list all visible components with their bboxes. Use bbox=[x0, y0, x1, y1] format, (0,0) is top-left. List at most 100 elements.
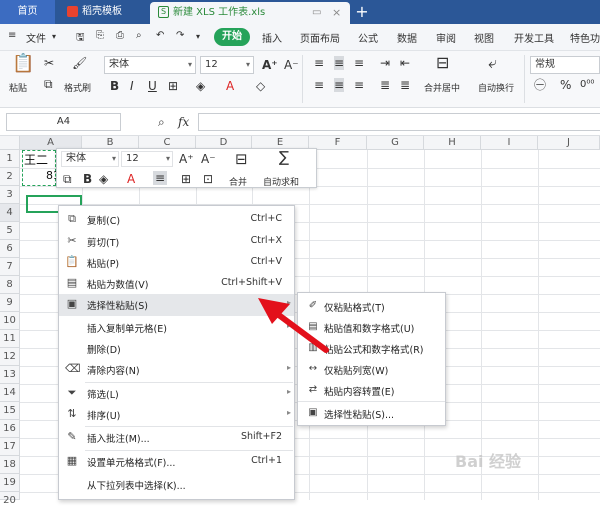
col-header-h[interactable]: H bbox=[424, 136, 481, 150]
align-middle-icon[interactable]: ≡ bbox=[334, 56, 345, 70]
row-header[interactable]: 12 bbox=[0, 348, 20, 366]
menu-data[interactable]: 数据 bbox=[397, 30, 417, 45]
align-bottom-icon[interactable]: ≡ bbox=[354, 56, 364, 70]
align-center-icon[interactable]: ≡ bbox=[334, 78, 345, 92]
sum-icon[interactable]: ∑ bbox=[279, 150, 289, 165]
font-name-select[interactable]: 宋体 ▾ bbox=[104, 56, 196, 74]
clear-format-icon[interactable]: ◇ bbox=[256, 79, 265, 93]
fill-color-icon[interactable]: ◈ bbox=[99, 172, 108, 186]
menu-item-cut[interactable]: ✂ 剪切(T) Ctrl+X bbox=[59, 231, 294, 253]
merge-center-icon[interactable]: ⊟ bbox=[436, 55, 449, 71]
col-header-i[interactable]: I bbox=[481, 136, 538, 150]
row-header[interactable]: 18 bbox=[0, 456, 20, 474]
bold-icon[interactable]: B bbox=[110, 79, 119, 93]
menu-special[interactable]: 特色功 bbox=[570, 30, 600, 45]
menu-developer[interactable]: 开发工具 bbox=[514, 30, 554, 45]
border-icon[interactable]: ⊞ bbox=[168, 79, 178, 93]
currency-icon[interactable]: ㊀ bbox=[534, 78, 546, 92]
hamburger-icon[interactable]: ≡ bbox=[8, 30, 16, 41]
paste-icon[interactable]: 📋 bbox=[12, 55, 34, 73]
zoom-icon[interactable]: ⌕ bbox=[158, 115, 165, 129]
cell-a1[interactable]: 王二 bbox=[24, 151, 48, 168]
chevron-down-icon[interactable]: ▾ bbox=[52, 32, 56, 41]
monitor-icon[interactable]: ▭ bbox=[312, 2, 321, 24]
tab-home[interactable]: 首页 bbox=[0, 0, 55, 24]
submenu-item-paste-special[interactable]: ▣ 选择性粘贴(S)... bbox=[298, 403, 445, 424]
menu-page-layout[interactable]: 页面布局 bbox=[300, 30, 340, 45]
row-header[interactable]: 19 bbox=[0, 474, 20, 492]
menu-formulas[interactable]: 公式 bbox=[358, 30, 378, 45]
distribute-icon[interactable]: ≣ bbox=[400, 78, 410, 92]
menu-insert[interactable]: 插入 bbox=[262, 30, 282, 45]
underline-icon[interactable]: U bbox=[148, 79, 157, 93]
save-icon[interactable]: 🖫 bbox=[76, 30, 85, 47]
auto-wrap-icon[interactable]: ⤶ bbox=[488, 55, 497, 71]
export-pdf-icon[interactable]: ⎘ bbox=[96, 30, 104, 41]
col-header-g[interactable]: G bbox=[367, 136, 424, 150]
row-header[interactable]: 10 bbox=[0, 312, 20, 330]
row-header[interactable]: 17 bbox=[0, 438, 20, 456]
italic-icon[interactable]: I bbox=[130, 79, 134, 93]
mini-autosum-label[interactable]: 自动求和 bbox=[263, 175, 299, 188]
tab-template[interactable]: 稻壳模板 bbox=[57, 0, 147, 24]
decrease-font-icon[interactable]: A⁻ bbox=[284, 58, 299, 72]
copy-icon[interactable]: ⧉ bbox=[44, 77, 53, 91]
merge-center-label[interactable]: 合并居中 bbox=[424, 81, 460, 94]
menu-item-format-cells[interactable]: ▦ 设置单元格格式(F)... Ctrl+1 bbox=[59, 451, 294, 473]
menu-review[interactable]: 审阅 bbox=[436, 30, 456, 45]
col-header-f[interactable]: F bbox=[309, 136, 367, 150]
row-header[interactable]: 7 bbox=[0, 258, 20, 276]
format-painter-label[interactable]: 格式刷 bbox=[64, 81, 91, 94]
col-header-j[interactable]: J bbox=[538, 136, 600, 150]
formula-input[interactable] bbox=[198, 113, 600, 131]
row-header[interactable]: 14 bbox=[0, 384, 20, 402]
increase-font-icon[interactable]: A⁺ bbox=[262, 58, 278, 72]
select-all-corner[interactable] bbox=[0, 136, 20, 150]
more-chevron-icon[interactable]: ▾ bbox=[196, 32, 200, 41]
outdent-icon[interactable]: ⇤ bbox=[400, 56, 410, 70]
menu-file[interactable]: 文件 bbox=[26, 30, 46, 45]
row-header[interactable]: 1 bbox=[0, 150, 20, 168]
border-icon[interactable]: ⊞ bbox=[181, 172, 191, 186]
menu-item-filter[interactable]: ⏷ 筛选(L) ▸ bbox=[59, 383, 294, 405]
row-header[interactable]: 20 bbox=[0, 492, 20, 506]
font-color-icon[interactable]: A bbox=[127, 172, 135, 186]
menu-item-clear[interactable]: ⌫ 清除内容(N) ▸ bbox=[59, 359, 294, 381]
row-header[interactable]: 13 bbox=[0, 366, 20, 384]
row-header[interactable]: 9 bbox=[0, 294, 20, 312]
mini-font-name[interactable]: 宋体 ▾ bbox=[61, 151, 119, 167]
font-size-select[interactable]: 12 ▾ bbox=[200, 56, 254, 74]
menu-item-insert-comment[interactable]: ✎ 插入批注(M)... Shift+F2 bbox=[59, 427, 294, 449]
font-color-icon[interactable]: A bbox=[226, 79, 234, 93]
decrease-font-icon[interactable]: A⁻ bbox=[201, 152, 216, 166]
print-preview-icon[interactable]: ⌕ bbox=[136, 30, 142, 41]
paste-label[interactable]: 粘贴 bbox=[9, 81, 27, 94]
mini-font-size[interactable]: 12 ▾ bbox=[121, 151, 173, 167]
format-painter-icon[interactable]: ⧉ bbox=[63, 172, 72, 186]
close-tab-icon[interactable]: × bbox=[332, 2, 341, 24]
menu-item-copy[interactable]: ⧉ 复制(C) Ctrl+C bbox=[59, 209, 294, 231]
name-box[interactable]: A4 bbox=[6, 113, 121, 131]
menu-item-paste[interactable]: 📋 粘贴(P) Ctrl+V bbox=[59, 252, 294, 274]
align-right-icon[interactable]: ≡ bbox=[354, 78, 364, 92]
indent-icon[interactable]: ⇥ bbox=[380, 56, 390, 70]
menu-item-sort[interactable]: ⇅ 排序(U) ▸ bbox=[59, 404, 294, 426]
align-top-icon[interactable]: ≡ bbox=[314, 56, 324, 70]
align-center-icon[interactable]: ≡ bbox=[153, 171, 168, 185]
increase-font-icon[interactable]: A⁺ bbox=[179, 152, 194, 166]
clear-icon[interactable]: ⊡ bbox=[203, 172, 213, 186]
menu-view[interactable]: 视图 bbox=[474, 30, 494, 45]
print-icon[interactable]: ⎙ bbox=[116, 30, 124, 41]
submenu-item-paste-colwidth[interactable]: ↔ 仅粘贴列宽(W) bbox=[298, 359, 445, 380]
align-left-icon[interactable]: ≡ bbox=[314, 78, 324, 92]
row-header[interactable]: 11 bbox=[0, 330, 20, 348]
row-header[interactable]: 3 bbox=[0, 186, 20, 204]
format-painter-icon[interactable]: 🖌 bbox=[72, 56, 87, 70]
justify-icon[interactable]: ≣ bbox=[380, 78, 390, 92]
menu-start[interactable]: 开始 bbox=[214, 28, 250, 46]
redo-icon[interactable]: ↷ bbox=[176, 30, 184, 41]
bold-icon[interactable]: B bbox=[83, 172, 92, 186]
new-tab-button[interactable]: + bbox=[352, 0, 372, 24]
fx-icon[interactable]: fx bbox=[178, 115, 189, 129]
undo-icon[interactable]: ↶ bbox=[156, 30, 164, 41]
